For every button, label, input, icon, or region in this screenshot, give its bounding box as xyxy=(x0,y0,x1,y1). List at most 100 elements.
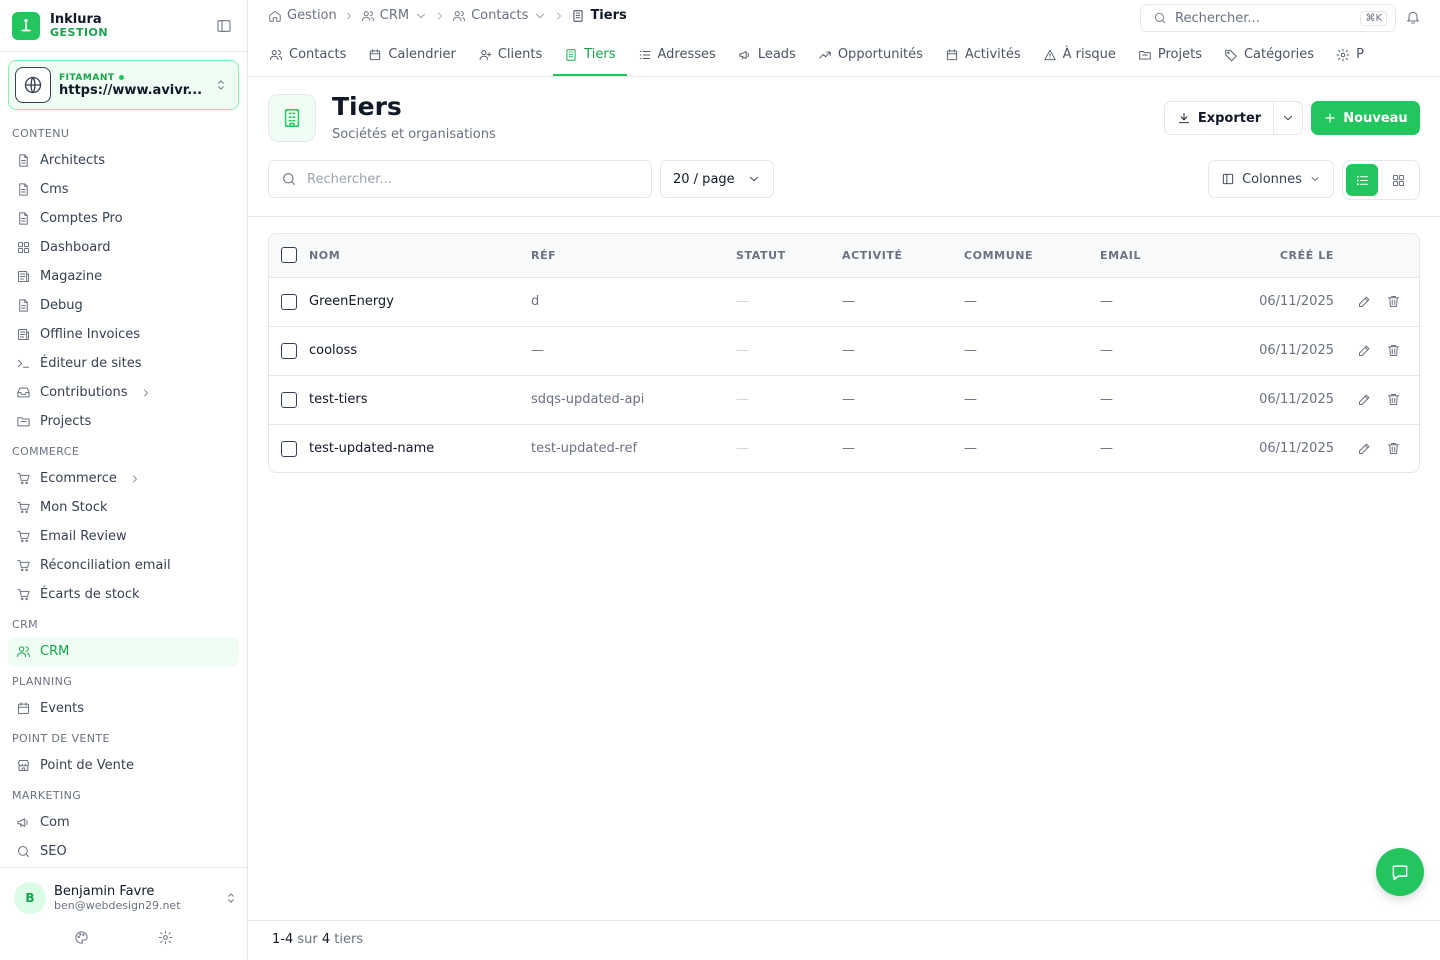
edit-icon[interactable] xyxy=(1357,343,1372,358)
home-icon xyxy=(269,10,281,22)
breadcrumb-contacts[interactable]: Contacts xyxy=(452,8,547,23)
sidebar-item-mon-stock[interactable]: Mon Stock xyxy=(8,493,239,522)
column-header-statut[interactable]: STATUT xyxy=(736,234,842,278)
column-header-commune[interactable]: COMMUNE xyxy=(964,234,1100,278)
brand[interactable]: Inklura GESTION xyxy=(12,10,236,42)
trash-icon[interactable] xyxy=(1386,343,1401,358)
export-button[interactable]: Exporter xyxy=(1165,102,1274,134)
table-row[interactable]: test-tiers sdqs-updated-api — — — — 06/11/2025 xyxy=(269,375,1419,424)
sidebar-item-ecommerce[interactable]: Ecommerce xyxy=(8,464,239,493)
tag-icon xyxy=(1225,49,1237,61)
tab-opportunites[interactable]: Opportunités xyxy=(807,35,934,76)
pagination-summary: 1-4 sur 4 tiers xyxy=(272,932,364,947)
sidebar-item-point-de-vente[interactable]: Point de Vente xyxy=(8,751,239,780)
sidebar-item-crm[interactable]: CRM xyxy=(8,637,239,666)
new-tiers-button[interactable]: Nouveau xyxy=(1311,101,1420,135)
gear-icon[interactable] xyxy=(158,930,173,948)
brand-subtitle: GESTION xyxy=(50,26,109,40)
sidebar-item-dashboard[interactable]: Dashboard xyxy=(8,233,239,262)
cell-ref: test-updated-ref xyxy=(531,441,638,457)
edit-icon[interactable] xyxy=(1357,441,1372,456)
grid-view-button[interactable] xyxy=(1382,164,1414,196)
sidebar-item-cms[interactable]: Cms xyxy=(8,175,239,204)
tab-projets[interactable]: Projets xyxy=(1127,35,1213,76)
column-header-ref[interactable]: RÉF xyxy=(531,234,736,278)
cart-icon xyxy=(17,473,30,485)
user-menu[interactable]: B Benjamin Favre ben@webdesign29.net xyxy=(14,881,238,915)
search-icon xyxy=(283,173,295,185)
sidebar-item-reconciliation-email[interactable]: Réconciliation email xyxy=(8,551,239,580)
table-row[interactable]: test-updated-name test-updated-ref — — — — 06/… xyxy=(269,424,1419,472)
cell-nom[interactable]: GreenEnergy xyxy=(309,277,531,326)
sidebar-item-com[interactable]: Com xyxy=(8,808,239,837)
table-search-input[interactable] xyxy=(307,171,639,187)
cell-nom[interactable]: cooloss xyxy=(309,326,531,375)
sidebar-item-seo[interactable]: SEO xyxy=(8,837,239,866)
trash-icon[interactable] xyxy=(1386,441,1401,456)
chevron-right-icon xyxy=(438,12,442,19)
row-checkbox[interactable] xyxy=(281,342,297,359)
select-all-checkbox[interactable] xyxy=(281,247,297,264)
cell-nom[interactable]: test-tiers xyxy=(309,375,531,424)
download-icon xyxy=(1178,112,1189,124)
chevron-down-icon xyxy=(1284,115,1292,121)
globe-icon xyxy=(15,67,51,103)
column-header-cree-le[interactable]: CRÉÉ LE xyxy=(1236,234,1334,278)
sidebar-item-email-review[interactable]: Email Review xyxy=(8,522,239,551)
sidebar-item-label: Réconciliation email xyxy=(40,558,171,573)
row-checkbox[interactable] xyxy=(281,391,297,408)
global-search-input[interactable] xyxy=(1175,10,1361,26)
row-checkbox[interactable] xyxy=(281,440,297,457)
sidebar-item-architects[interactable]: Architects xyxy=(8,146,239,175)
sidebar-item-contributions[interactable]: Contributions xyxy=(8,378,239,407)
column-header-nom[interactable]: NOM xyxy=(309,234,531,278)
sidebar-item-comptes-pro[interactable]: Comptes Pro xyxy=(8,204,239,233)
tab-adresses[interactable]: Adresses xyxy=(627,35,727,76)
tenant-switcher[interactable]: FITAMANT https://www.avivr... xyxy=(8,60,239,110)
cell-nom[interactable]: test-updated-name xyxy=(309,424,531,472)
per-page-select[interactable]: 20 / page xyxy=(660,160,774,198)
tab-activites[interactable]: Activités xyxy=(934,35,1032,76)
sidebar-item-editeur-de-sites[interactable]: Éditeur de sites xyxy=(8,349,239,378)
tab-categories[interactable]: Catégories xyxy=(1213,35,1325,76)
edit-icon[interactable] xyxy=(1357,294,1372,309)
sidebar-item-debug[interactable]: Debug xyxy=(8,291,239,320)
tab-tiers[interactable]: Tiers xyxy=(553,35,627,76)
table-row[interactable]: GreenEnergy d — — — — 06/11/2025 xyxy=(269,277,1419,326)
table-row[interactable]: cooloss — — — — —06/11/2025 xyxy=(269,326,1419,375)
sidebar-item-label: Comptes Pro xyxy=(40,211,123,226)
row-checkbox[interactable] xyxy=(281,293,297,310)
table-search[interactable] xyxy=(268,160,652,198)
sidebar-toggle-icon[interactable] xyxy=(216,18,232,34)
tab-calendrier[interactable]: Calendrier xyxy=(357,35,466,76)
tab-leads[interactable]: Leads xyxy=(727,35,807,76)
online-dot-icon xyxy=(118,75,124,80)
trash-icon[interactable] xyxy=(1386,392,1401,407)
palette-icon[interactable] xyxy=(74,930,89,948)
edit-icon[interactable] xyxy=(1357,392,1372,407)
list-view-button[interactable] xyxy=(1346,164,1378,196)
cart-icon xyxy=(17,531,30,543)
tab-p[interactable]: P xyxy=(1325,35,1375,76)
building-icon xyxy=(573,9,583,22)
sidebar-item-events[interactable]: Events xyxy=(8,694,239,723)
breadcrumb-crm[interactable]: CRM xyxy=(361,8,428,23)
tab-clients[interactable]: Clients xyxy=(467,35,553,76)
global-search[interactable]: ⌘K xyxy=(1140,4,1396,32)
tab-a-risque[interactable]: À risque xyxy=(1032,35,1127,76)
tab-contacts[interactable]: Contacts xyxy=(258,35,357,76)
cell-ref: sdqs-updated-api xyxy=(531,392,645,407)
columns-button[interactable]: Colonnes xyxy=(1208,160,1334,198)
trash-icon[interactable] xyxy=(1386,294,1401,309)
column-header-email[interactable]: EMAIL xyxy=(1100,234,1236,278)
sidebar-item-projects[interactable]: Projects xyxy=(8,407,239,436)
sidebar-item-magazine[interactable]: Magazine xyxy=(8,262,239,291)
sidebar-item-offline-invoices[interactable]: Offline Invoices xyxy=(8,320,239,349)
sidebar-item-ecarts-de-stock[interactable]: Écarts de stock xyxy=(8,580,239,609)
breadcrumb-gestion[interactable]: Gestion xyxy=(268,8,337,23)
bell-icon[interactable] xyxy=(1405,9,1421,25)
chat-button[interactable] xyxy=(1376,848,1424,896)
export-options-button[interactable] xyxy=(1274,102,1302,134)
chevron-right-icon xyxy=(346,12,351,19)
column-header-activite[interactable]: ACTIVITÉ xyxy=(842,234,964,278)
